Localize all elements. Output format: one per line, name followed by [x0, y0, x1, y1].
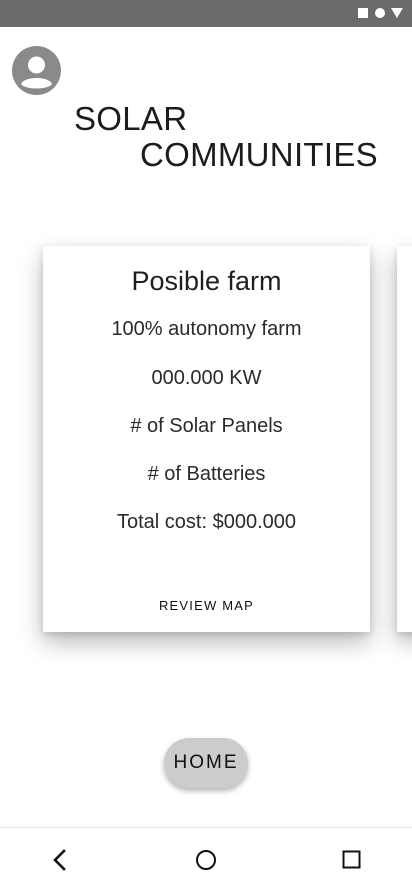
title-line-1: SOLAR: [74, 100, 188, 137]
triangle-icon: [391, 8, 403, 18]
autonomy-text: 100% autonomy farm: [111, 318, 302, 340]
status-bar: [0, 0, 412, 27]
farm-card: Posible farm 100% autonomy farm 000.000 …: [43, 246, 370, 632]
solar-panels-text: # of Solar Panels: [130, 415, 283, 437]
page-title: SOLAR COMMUNITIES: [74, 101, 394, 173]
home-button[interactable]: HOME: [164, 738, 248, 788]
batteries-text: # of Batteries: [147, 463, 266, 485]
next-card-peek[interactable]: [397, 246, 412, 632]
review-map-button[interactable]: REVIEW MAP: [43, 598, 370, 613]
circle-icon: [375, 8, 385, 18]
power-text: 000.000 KW: [151, 367, 262, 389]
title-line-2: COMMUNITIES: [140, 136, 378, 173]
navigation-bar: [0, 827, 412, 893]
recents-icon[interactable]: [342, 850, 361, 869]
account-circle-icon[interactable]: [12, 46, 61, 95]
square-icon: [358, 8, 368, 18]
total-cost-text: Total cost: $000.000: [116, 511, 296, 533]
home-circle-icon[interactable]: [195, 849, 217, 871]
back-icon[interactable]: [50, 848, 70, 872]
card-title: Posible farm: [131, 266, 282, 296]
